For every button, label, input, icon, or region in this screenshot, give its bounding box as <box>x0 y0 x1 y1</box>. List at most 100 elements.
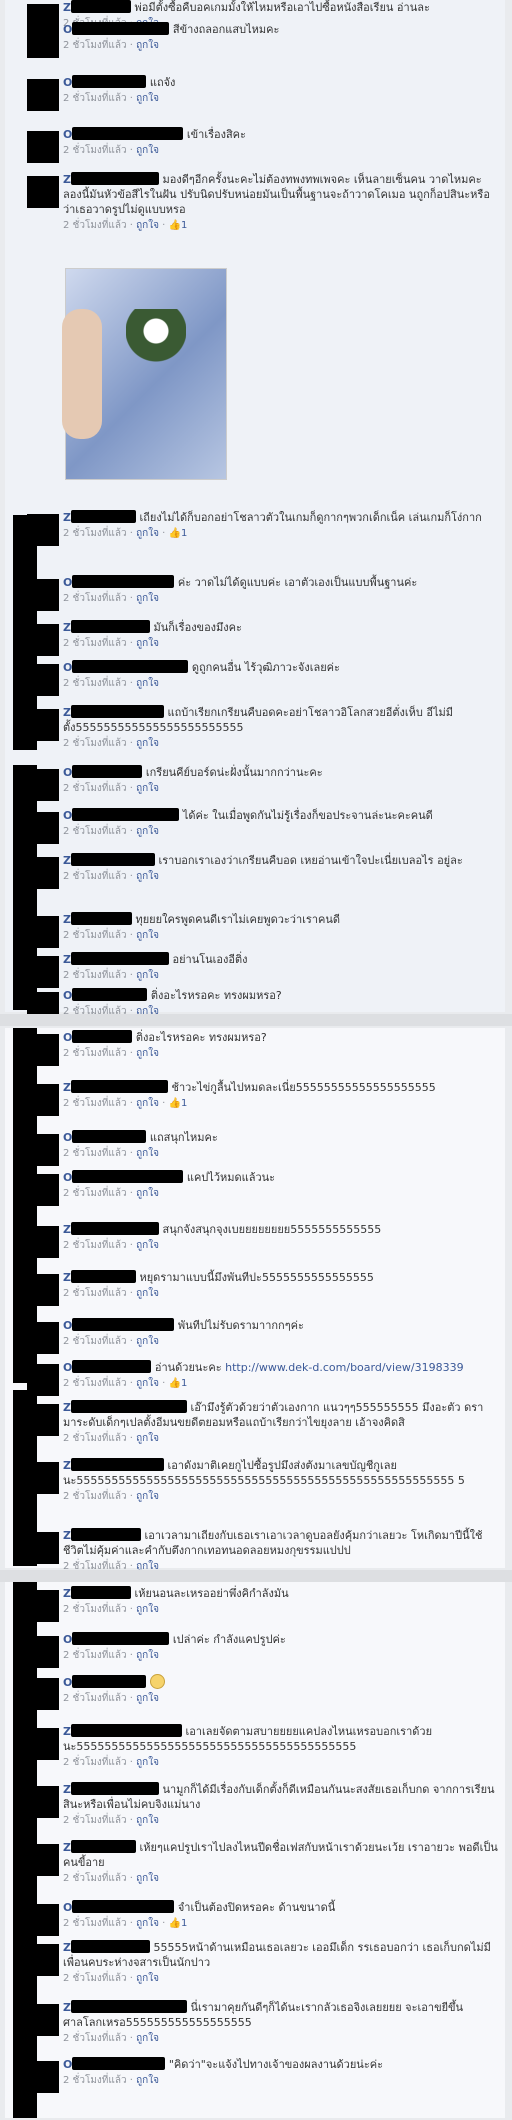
like-link[interactable]: ถูกใจ <box>136 2033 159 2044</box>
like-link[interactable]: ถูกใจ <box>136 1693 159 1704</box>
author-name[interactable]: Z <box>63 2001 71 2014</box>
author-name[interactable]: O <box>63 1901 72 1914</box>
thumbs-up-icon[interactable]: 👍 <box>169 1918 181 1929</box>
avatar[interactable] <box>27 709 59 741</box>
like-link[interactable]: ถูกใจ <box>136 970 159 981</box>
avatar[interactable] <box>27 1404 59 1436</box>
like-link[interactable]: ถูกใจ <box>136 1378 159 1389</box>
author-name[interactable]: Z <box>63 1 71 14</box>
timestamp[interactable]: 2 ชั่วโมงที่แล้ว <box>63 1148 127 1159</box>
like-link[interactable]: ถูกใจ <box>136 528 159 539</box>
avatar[interactable] <box>27 916 59 948</box>
like-link[interactable]: ถูกใจ <box>136 678 159 689</box>
avatar[interactable] <box>27 1274 59 1306</box>
timestamp[interactable]: 2 ชั่วโมงที่แล้ว <box>63 871 127 882</box>
author-name[interactable]: O <box>63 1676 72 1689</box>
thumbs-up-icon[interactable]: 👍 <box>169 220 181 231</box>
avatar[interactable] <box>27 1636 59 1668</box>
timestamp[interactable]: 2 ชั่วโมงที่แล้ว <box>63 1815 127 1826</box>
author-name[interactable]: Z <box>63 1401 71 1414</box>
timestamp[interactable]: 2 ชั่วโมงที่แล้ว <box>63 1378 127 1389</box>
timestamp[interactable]: 2 ชั่วโมงที่แล้ว <box>63 145 127 156</box>
like-link[interactable]: ถูกใจ <box>136 1288 159 1299</box>
timestamp[interactable]: 2 ชั่วโมงที่แล้ว <box>63 1098 127 1109</box>
like-link[interactable]: ถูกใจ <box>136 93 159 104</box>
author-name[interactable]: Z <box>63 1081 71 1094</box>
author-name[interactable]: Z <box>63 1529 71 1542</box>
timestamp[interactable]: 2 ชั่วโมงที่แล้ว <box>63 1288 127 1299</box>
timestamp[interactable]: 2 ชั่วโมงที่แล้ว <box>63 1650 127 1661</box>
like-link[interactable]: ถูกใจ <box>136 638 159 649</box>
avatar[interactable] <box>27 1532 59 1564</box>
author-name[interactable]: O <box>63 1633 72 1646</box>
like-link[interactable]: ถูกใจ <box>136 1336 159 1347</box>
like-link[interactable]: ถูกใจ <box>136 1491 159 1502</box>
like-link[interactable]: ถูกใจ <box>136 220 159 231</box>
like-link[interactable]: ถูกใจ <box>136 1604 159 1615</box>
like-link[interactable]: ถูกใจ <box>136 1918 159 1929</box>
author-name[interactable]: Z <box>63 621 71 634</box>
timestamp[interactable]: 2 ชั่วโมงที่แล้ว <box>63 970 127 981</box>
like-link[interactable]: ถูกใจ <box>136 783 159 794</box>
avatar[interactable] <box>27 1134 59 1166</box>
avatar[interactable] <box>27 176 59 208</box>
avatar[interactable] <box>27 1590 59 1622</box>
timestamp[interactable]: 2 ชั่วโมงที่แล้ว <box>63 1433 127 1444</box>
author-name[interactable]: Z <box>63 511 71 524</box>
author-name[interactable]: O <box>63 76 72 89</box>
like-link[interactable]: ถูกใจ <box>136 930 159 941</box>
avatar[interactable] <box>27 769 59 801</box>
timestamp[interactable]: 2 ชั่วโมงที่แล้ว <box>63 593 127 604</box>
avatar[interactable] <box>27 2004 59 2036</box>
thumbs-up-icon[interactable]: 👍 <box>169 1378 181 1389</box>
like-link[interactable]: ถูกใจ <box>136 1048 159 1059</box>
author-name[interactable]: Z <box>63 1271 71 1284</box>
author-name[interactable]: O <box>63 23 72 36</box>
like-link[interactable]: ถูกใจ <box>136 1098 159 1109</box>
like-link[interactable]: ถูกใจ <box>136 593 159 604</box>
like-link[interactable]: ถูกใจ <box>136 1650 159 1661</box>
author-name[interactable]: Z <box>63 1783 71 1796</box>
avatar[interactable] <box>27 664 59 696</box>
like-link[interactable]: ถูกใจ <box>136 145 159 156</box>
timestamp[interactable]: 2 ชั่วโมงที่แล้ว <box>63 1918 127 1929</box>
avatar[interactable] <box>27 514 59 546</box>
avatar[interactable] <box>27 1786 59 1818</box>
timestamp[interactable]: 2 ชั่วโมงที่แล้ว <box>63 528 127 539</box>
avatar[interactable] <box>27 1322 59 1354</box>
avatar[interactable] <box>27 624 59 656</box>
timestamp[interactable]: 2 ชั่วโมงที่แล้ว <box>63 1604 127 1615</box>
author-name[interactable]: O <box>63 766 72 779</box>
like-link[interactable]: ถูกใจ <box>136 1757 159 1768</box>
author-name[interactable]: O <box>63 1171 72 1184</box>
comment-link[interactable]: http://www.dek-d.com/board/view/3198339 <box>225 1361 463 1374</box>
timestamp[interactable]: 2 ชั่วโมงที่แล้ว <box>63 1336 127 1347</box>
like-link[interactable]: ถูกใจ <box>136 738 159 749</box>
author-name[interactable]: Z <box>63 1223 71 1236</box>
timestamp[interactable]: 2 ชั่วโมงที่แล้ว <box>63 2033 127 2044</box>
like-link[interactable]: ถูกใจ <box>136 1873 159 1884</box>
author-name[interactable]: O <box>63 1361 72 1374</box>
like-link[interactable]: ถูกใจ <box>136 1973 159 1984</box>
timestamp[interactable]: 2 ชั่วโมงที่แล้ว <box>63 826 127 837</box>
author-name[interactable]: O <box>63 809 72 822</box>
avatar[interactable] <box>27 1944 59 1976</box>
author-name[interactable]: Z <box>63 953 71 966</box>
author-name[interactable]: O <box>63 661 72 674</box>
author-name[interactable]: Z <box>63 173 71 186</box>
timestamp[interactable]: 2 ชั่วโมงที่แล้ว <box>63 1693 127 1704</box>
author-name[interactable]: Z <box>63 1841 71 1854</box>
author-name[interactable]: Z <box>63 1587 71 1600</box>
avatar[interactable] <box>27 1034 59 1066</box>
avatar[interactable] <box>27 2061 59 2093</box>
author-name[interactable]: Z <box>63 706 71 719</box>
author-name[interactable]: Z <box>63 913 71 926</box>
timestamp[interactable]: 2 ชั่วโมงที่แล้ว <box>63 930 127 941</box>
author-name[interactable]: Z <box>63 854 71 867</box>
avatar[interactable] <box>27 1728 59 1760</box>
avatar[interactable] <box>27 1364 59 1396</box>
like-link[interactable]: ถูกใจ <box>136 1433 159 1444</box>
timestamp[interactable]: 2 ชั่วโมงที่แล้ว <box>63 1240 127 1251</box>
like-link[interactable]: ถูกใจ <box>136 2075 159 2086</box>
like-link[interactable]: ถูกใจ <box>136 826 159 837</box>
